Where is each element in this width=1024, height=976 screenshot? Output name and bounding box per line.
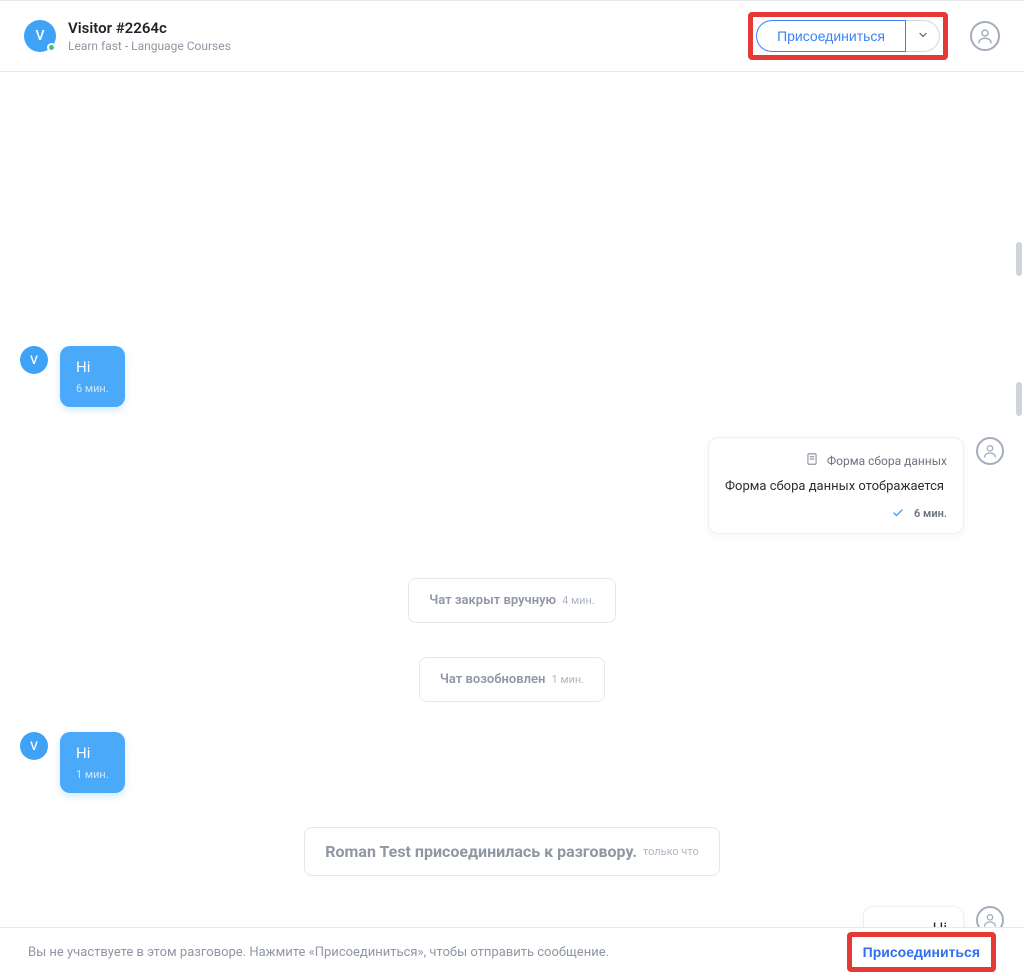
- status-text: Чат закрыт вручную: [429, 593, 556, 608]
- status-text: Roman Test присоединилась к разговору.: [325, 842, 637, 861]
- online-status-dot: [47, 43, 56, 52]
- join-dropdown-button[interactable]: [906, 20, 940, 52]
- chat-scroll[interactable]: V Hi 6 мин. Форма сбора данных: [0, 72, 1024, 927]
- message-time: 6 мин.: [76, 382, 109, 395]
- status-time: 4 мин.: [562, 594, 595, 607]
- form-title: Форма сбора данных: [827, 454, 947, 468]
- header-title-block: Visitor #2264c Learn fast - Language Cou…: [68, 19, 231, 53]
- avatar-letter: V: [30, 353, 38, 367]
- join-button-highlight: Присоединиться: [748, 12, 948, 60]
- footer: Вы не участвуете в этом разговоре. Нажми…: [0, 928, 1024, 976]
- profile-icon[interactable]: [970, 21, 1000, 51]
- status-agent-joined: Roman Test присоединилась к разговору. т…: [304, 827, 720, 876]
- join-button-group: Присоединиться: [756, 20, 940, 52]
- message-avatar: V: [20, 732, 48, 760]
- form-body: Форма сбора данных отображается: [725, 479, 947, 494]
- visitor-source: Learn fast - Language Courses: [68, 39, 231, 53]
- visitor-avatar-small[interactable]: V: [20, 346, 48, 374]
- visitor-name: Visitor #2264c: [68, 19, 231, 37]
- avatar-letter: V: [35, 28, 44, 44]
- agent-avatar-icon[interactable]: [976, 437, 1004, 465]
- message-row: V Hi 1 мин.: [20, 732, 1004, 793]
- message-avatar: V: [20, 346, 48, 374]
- status-row: Чат возобновлен 1 мин.: [20, 623, 1004, 702]
- message-text: Hi: [880, 919, 947, 928]
- message-time: 1 мин.: [76, 768, 109, 781]
- message-avatar: [976, 906, 1004, 928]
- status-chat-closed: Чат закрыт вручную 4 мин.: [408, 578, 616, 623]
- footer-info-text: Вы не участвуете в этом разговоре. Нажми…: [28, 945, 609, 960]
- spacer: [20, 72, 1004, 330]
- status-chat-resumed: Чат возобновлен 1 мин.: [419, 657, 605, 702]
- check-icon: [892, 504, 904, 523]
- system-form-bubble[interactable]: Форма сбора данных Форма сбора данных от…: [708, 437, 964, 534]
- chat-header: V Visitor #2264c Learn fast - Language C…: [0, 0, 1024, 72]
- visitor-message-bubble[interactable]: Hi 6 мин.: [60, 346, 125, 407]
- join-button[interactable]: Присоединиться: [756, 20, 906, 52]
- visitor-avatar[interactable]: V: [24, 20, 56, 52]
- status-row: Чат закрыт вручную 4 мин.: [20, 534, 1004, 623]
- system-bubble-footer: 6 мин.: [725, 504, 947, 523]
- status-time: только что: [643, 845, 699, 858]
- avatar-letter: V: [30, 739, 38, 753]
- system-bubble-header: Форма сбора данных: [725, 452, 947, 469]
- visitor-message-bubble[interactable]: Hi 1 мин.: [60, 732, 125, 793]
- footer-join-button[interactable]: Присоединиться: [855, 940, 988, 964]
- chat-area: V Hi 6 мин. Форма сбора данных: [0, 72, 1024, 928]
- message-text: Hi: [76, 744, 109, 762]
- form-icon: [805, 452, 819, 469]
- message-row: V Hi 6 мин.: [20, 346, 1004, 407]
- message-row: Hi только что: [20, 906, 1004, 928]
- chevron-down-icon: [917, 29, 929, 44]
- message-text: Hi: [76, 358, 109, 376]
- visitor-avatar-small[interactable]: V: [20, 732, 48, 760]
- agent-avatar-icon[interactable]: [976, 906, 1004, 928]
- header-right: Присоединиться: [748, 12, 1000, 60]
- message-row: Форма сбора данных Форма сбора данных от…: [20, 437, 1004, 534]
- agent-message-bubble[interactable]: Hi только что: [863, 906, 964, 928]
- message-avatar: [976, 437, 1004, 465]
- status-text: Чат возобновлен: [440, 672, 546, 687]
- message-time: 6 мин.: [914, 507, 947, 520]
- footer-join-highlight: Присоединиться: [847, 932, 996, 972]
- header-left: V Visitor #2264c Learn fast - Language C…: [24, 19, 231, 53]
- status-time: 1 мин.: [551, 673, 584, 686]
- status-row: Roman Test присоединилась к разговору. т…: [20, 793, 1004, 876]
